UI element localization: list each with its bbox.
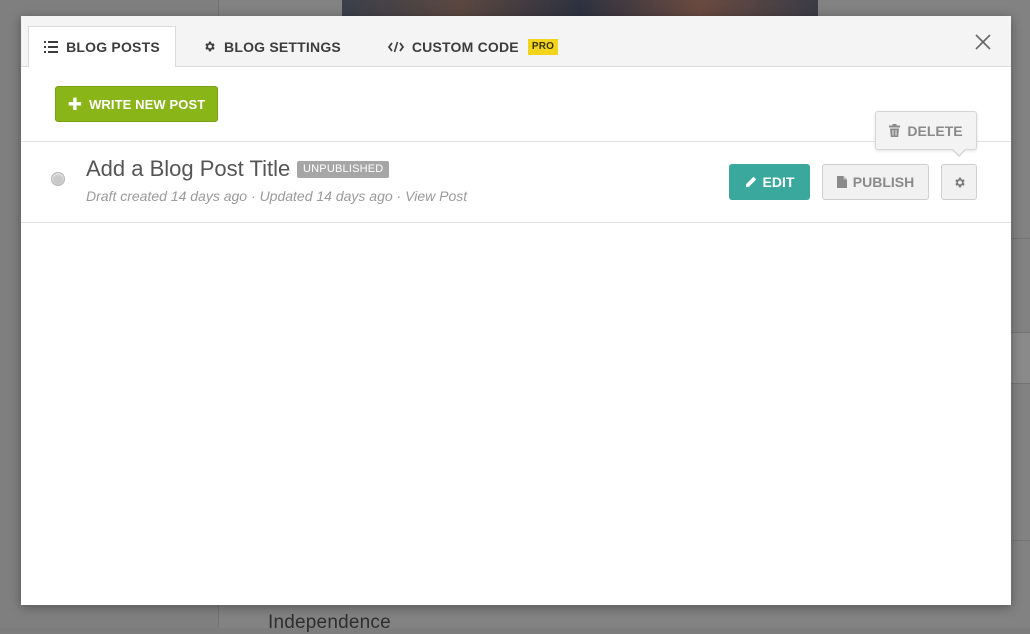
edit-label: EDIT <box>762 174 795 190</box>
background-panel <box>1011 332 1030 384</box>
popover-arrow-fill <box>952 148 966 155</box>
tab-blog-settings[interactable]: BLOG SETTINGS <box>199 26 345 67</box>
post-created-text: Draft created 14 days ago <box>86 188 248 204</box>
pro-badge: PRO <box>527 38 559 55</box>
tab-custom-code[interactable]: CUSTOM CODE PRO <box>378 26 568 67</box>
post-meta: Draft created 14 days ago · Updated 14 d… <box>86 188 467 204</box>
gear-icon <box>954 177 965 187</box>
trash-icon <box>889 124 901 137</box>
meta-separator: · <box>392 188 406 204</box>
post-title[interactable]: Add a Blog Post Title <box>86 156 290 182</box>
write-new-post-button[interactable]: ✚ WRITE NEW POST <box>55 86 218 122</box>
document-icon <box>836 176 847 188</box>
background-hero-image <box>342 0 818 16</box>
background-divider <box>1011 238 1030 239</box>
status-badge: UNPUBLISHED <box>297 161 390 178</box>
post-status-indicator <box>51 172 65 186</box>
post-list-item: Add a Blog Post Title UNPUBLISHED Draft … <box>21 142 1011 222</box>
edit-button[interactable]: EDIT <box>729 164 810 200</box>
list-icon <box>44 41 59 53</box>
tab-label: BLOG POSTS <box>66 39 160 55</box>
tab-label: BLOG SETTINGS <box>224 38 341 55</box>
delete-button[interactable]: DELETE <box>875 111 977 150</box>
close-button[interactable] <box>973 32 993 52</box>
blog-modal: BLOG POSTS BLOG SETTINGS CUSTOM CODE PRO <box>21 16 1011 605</box>
meta-separator: · <box>247 188 260 204</box>
publish-button[interactable]: PUBLISH <box>822 164 929 200</box>
background-divider <box>1011 540 1030 541</box>
post-updated-text: Updated 14 days ago <box>259 188 393 204</box>
plus-icon: ✚ <box>67 94 83 114</box>
view-post-link[interactable]: View Post <box>405 188 467 204</box>
post-settings-button[interactable] <box>941 164 977 200</box>
publish-label: PUBLISH <box>852 174 915 190</box>
delete-label: DELETE <box>907 122 963 139</box>
tab-blog-posts[interactable]: BLOG POSTS <box>28 26 176 67</box>
tab-label: CUSTOM CODE <box>411 38 519 55</box>
background-heading: Independence <box>268 612 391 633</box>
code-icon <box>387 41 404 53</box>
close-icon <box>975 34 991 50</box>
gear-icon <box>203 40 216 53</box>
list-divider <box>21 222 1011 223</box>
tab-bar: BLOG POSTS BLOG SETTINGS CUSTOM CODE PRO <box>21 16 1011 67</box>
write-new-post-label: WRITE NEW POST <box>89 96 206 112</box>
pencil-icon <box>745 176 757 188</box>
